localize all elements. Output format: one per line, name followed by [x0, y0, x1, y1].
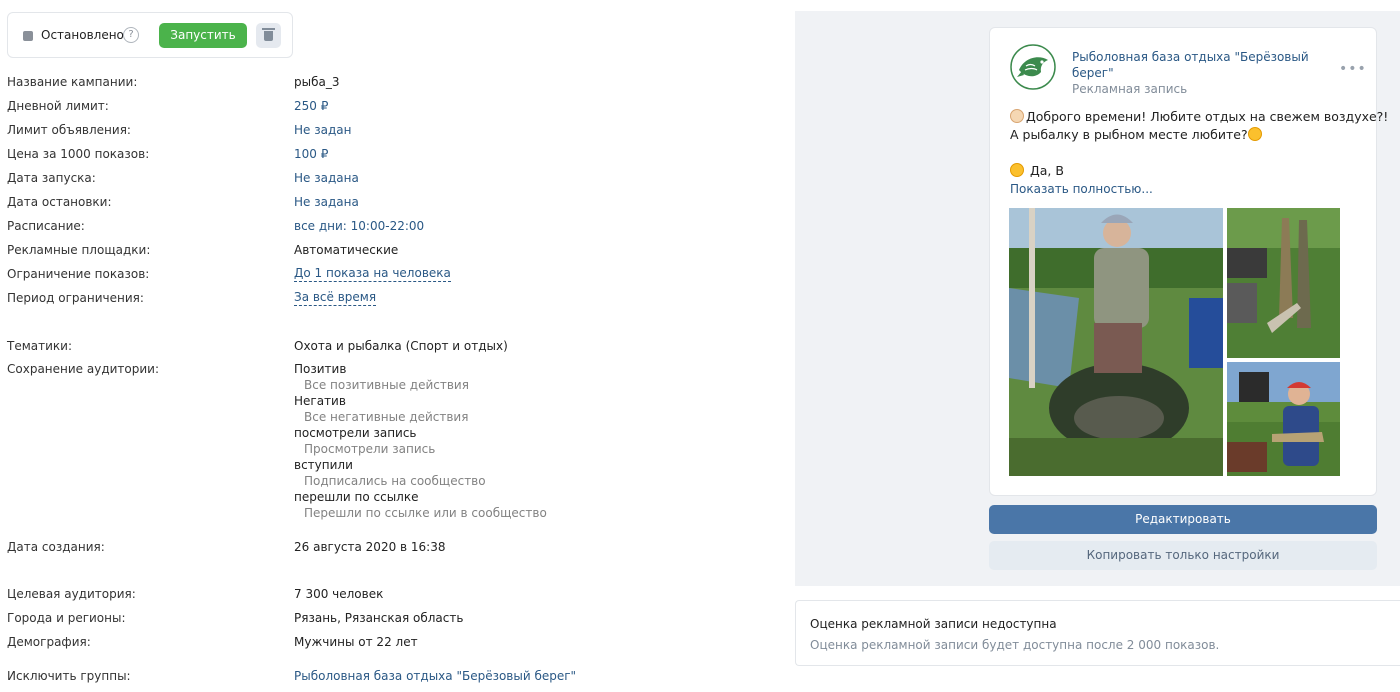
post-photo-fish[interactable]: [1227, 208, 1340, 358]
rating-subtitle: Оценка рекламной записи будет доступна п…: [810, 638, 1220, 652]
campaign-status-bar: Остановлено ? Запустить: [7, 12, 293, 58]
audience-desc: Все негативные действия: [304, 410, 469, 424]
detail-label: Дата создания:: [7, 540, 105, 554]
start-date-value[interactable]: Не задана: [294, 170, 359, 186]
audience-desc: Все позитивные действия: [304, 378, 469, 392]
detail-label: Дата остановки:: [7, 195, 112, 209]
detail-label: Период ограничения:: [7, 291, 144, 305]
limit-period-value[interactable]: За всё время: [294, 290, 377, 306]
post-line-1: Доброго времени! Любите отдых на свежем …: [1026, 109, 1389, 124]
detail-label: Рекламные площадки:: [7, 243, 151, 257]
audience-name: Позитив: [294, 362, 347, 376]
flushed-face-emoji: [1247, 127, 1262, 141]
more-dots-icon[interactable]: •••: [1339, 61, 1367, 77]
edit-button[interactable]: Редактировать: [989, 505, 1377, 534]
post-group-name[interactable]: Рыболовная база отдыха "Берёзовый берег": [1072, 49, 1312, 81]
detail-label: Название кампании:: [7, 75, 138, 89]
detail-label: Города и регионы:: [7, 611, 126, 625]
post-line-2: А рыбалку в рыбном месте любите?: [1010, 127, 1248, 142]
exclude-group-link[interactable]: Рыболовная база отдыха "Берёзовый берег": [294, 668, 576, 684]
detail-label: Лимит объявления:: [7, 123, 131, 137]
detail-label: Цена за 1000 показов:: [7, 147, 150, 161]
detail-label: Сохранение аудитории:: [7, 362, 160, 376]
delete-button[interactable]: [256, 23, 281, 48]
audience-list: Позитив Все позитивные действия Негатив …: [294, 361, 547, 521]
trash-icon: [262, 28, 275, 41]
fish-logo-icon[interactable]: [1010, 44, 1056, 90]
detail-label: Демография:: [7, 635, 91, 649]
post-subtitle: Рекламная запись: [1072, 82, 1188, 96]
created-value: 26 августа 2020 в 16:38: [294, 540, 446, 554]
waving-hand-emoji: [1010, 109, 1024, 123]
campaign-name-value: рыба_3: [294, 75, 340, 89]
schedule-value[interactable]: все дни: 10:00-22:00: [294, 218, 424, 234]
detail-label: Расписание:: [7, 219, 85, 233]
rating-panel: Оценка рекламной записи недоступна Оценк…: [795, 600, 1400, 666]
stopped-status-icon: [23, 31, 33, 41]
show-more-link[interactable]: Показать полностью...: [1010, 182, 1153, 196]
status-label: Остановлено: [41, 28, 124, 42]
audience-name: посмотрели запись: [294, 426, 417, 440]
post-photo-boy[interactable]: [1227, 362, 1340, 476]
target-audience-value: 7 300 человек: [294, 587, 384, 601]
price-value[interactable]: 100 ₽: [294, 146, 328, 162]
daily-limit-value[interactable]: 250 ₽: [294, 98, 328, 114]
detail-label: Целевая аудитория:: [7, 587, 136, 601]
detail-label: Дневной лимит:: [7, 99, 109, 113]
stop-date-value[interactable]: Не задана: [294, 194, 359, 210]
rating-title: Оценка рекламной записи недоступна: [810, 617, 1057, 631]
regions-value: Рязань, Рязанская область: [294, 611, 464, 625]
post-preview-card: Рыболовная база отдыха "Берёзовый берег"…: [989, 27, 1388, 496]
winking-face-emoji: [1010, 163, 1024, 177]
audience-desc: Перешли по ссылке или в сообщество: [304, 506, 547, 520]
audience-name: перешли по ссылке: [294, 490, 419, 504]
run-button[interactable]: Запустить: [159, 23, 247, 48]
post-text: Доброго времени! Любите отдых на свежем …: [1010, 108, 1388, 180]
topics-value: Охота и рыбалка (Спорт и отдых): [294, 339, 508, 353]
audience-name: Негатив: [294, 394, 346, 408]
copy-settings-button[interactable]: Копировать только настройки: [989, 541, 1377, 570]
impression-limit-value[interactable]: До 1 показа на человека: [294, 266, 451, 282]
detail-label: Дата запуска:: [7, 171, 96, 185]
audience-desc: Просмотрели запись: [304, 442, 436, 456]
detail-label: Ограничение показов:: [7, 267, 150, 281]
post-line-3: Да, В: [1029, 163, 1064, 178]
ad-limit-value[interactable]: Не задан: [294, 122, 351, 138]
audience-desc: Подписались на сообщество: [304, 474, 486, 488]
platforms-value: Автоматические: [294, 243, 399, 257]
help-icon[interactable]: ?: [123, 27, 139, 43]
demography-value: Мужчины от 22 лет: [294, 635, 418, 649]
post-photo-main[interactable]: [1009, 208, 1223, 476]
detail-label: Тематики:: [7, 339, 72, 353]
detail-label: Исключить группы:: [7, 669, 131, 683]
audience-name: вступили: [294, 458, 353, 472]
